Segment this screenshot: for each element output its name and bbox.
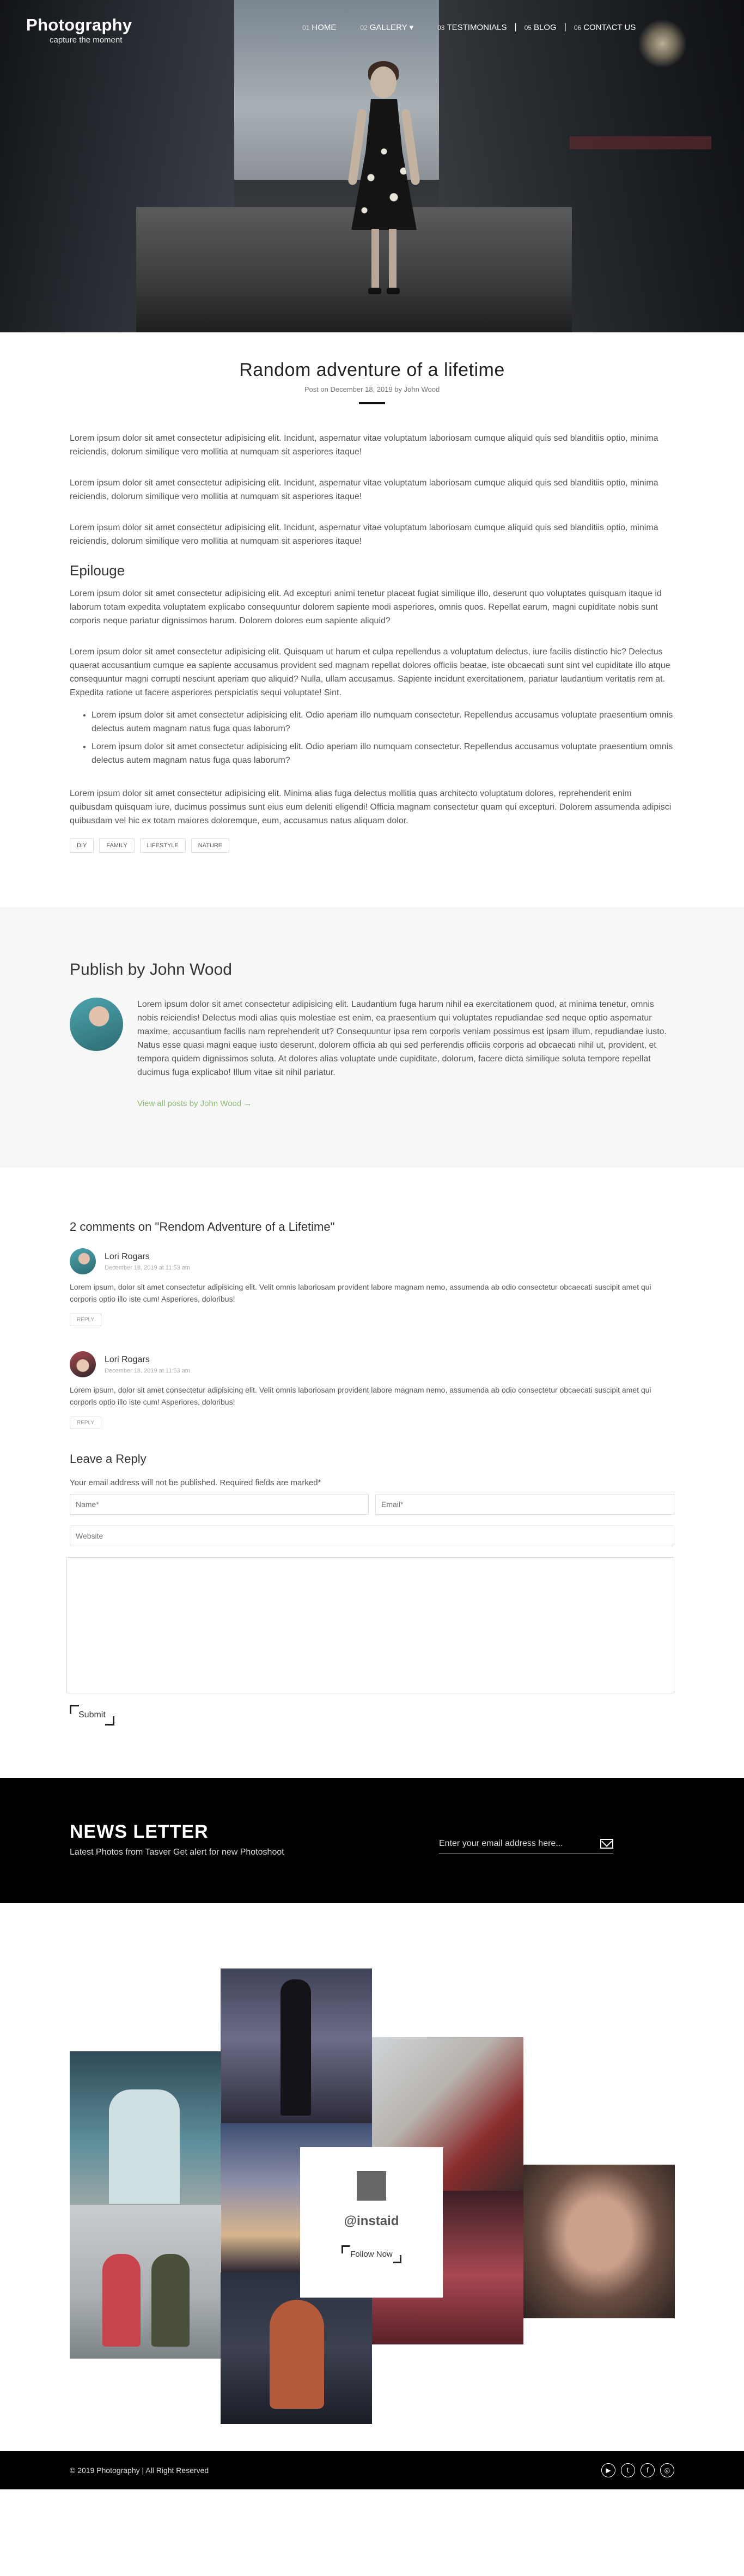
nav-gallery-label: GALLERY [369,23,407,32]
reply-form-heading: Leave a Reply [70,1452,147,1466]
article-title: Random adventure of a lifetime [239,360,505,380]
newsletter-heading: NEWS LETTER [70,1821,209,1842]
hero-train-stripe [570,136,711,149]
comments-heading: 2 comments on "Rendom Adventure of a Lif… [70,1220,335,1234]
youtube-icon[interactable]: ▶ [601,2463,615,2477]
newsletter-section: NEWS LETTER Latest Photos from Tasver Ge… [0,1778,744,1903]
nav-testimonials-label: TESTIMONIALS [447,22,507,32]
article-paragraph: Lorem ipsum dolor sit amet consectetur a… [70,647,670,697]
reply-form-note: Your email address will not be published… [70,1478,321,1487]
article-bullet-list: Lorem ipsum dolor sit amet consectetur a… [70,708,674,767]
nav-blog[interactable]: 05 BLOG [525,23,557,32]
epilogue-heading: Epilouge [70,562,125,579]
facebook-icon[interactable]: f [641,2463,655,2477]
instagram-card: @instaid Follow Now [300,2147,443,2298]
brand-name: Photography [26,15,132,34]
gallery-photo[interactable] [523,2165,675,2318]
list-item: Lorem ipsum dolor sit amet consectetur a… [92,740,674,767]
article-paragraph: Lorem ipsum dolor sit amet consectetur a… [70,589,662,625]
newsletter-subtitle: Latest Photos from Tasver Get alert for … [70,1848,284,1857]
nav-contact[interactable]: 06 CONTACT US [574,23,636,32]
instagram-icon [357,2171,386,2201]
site-footer: © 2019 Photography | All Right Reserved … [0,2451,744,2489]
hero-model [332,60,436,300]
nav-home[interactable]: 01 HOME [302,23,336,32]
comment-text: Lorem ipsum, dolor sit amet consectetur … [70,1283,651,1303]
comment-item: Lori Rogars December 18, 2019 at 11:53 a… [70,1248,674,1351]
nav-gallery-num: 02 [360,24,368,32]
name-field[interactable] [70,1494,369,1515]
gallery-photo[interactable] [221,1969,372,2123]
newsletter-email-placeholder: Enter your email address here... [439,1839,563,1848]
tag-list: DIY FAMILY LIFESTYLE NATURE [70,839,674,907]
commenter-name: Lori Rogars [105,1251,150,1261]
comments-section: 2 comments on "Rendom Adventure of a Lif… [66,1168,674,1726]
commenter-avatar [70,1248,96,1274]
comment-textarea[interactable] [66,1557,674,1693]
reply-form: Leave a Reply Your email address will no… [66,1452,674,1726]
nav-divider: | [514,22,517,32]
article-paragraph: Lorem ipsum dolor sit amet consectetur a… [70,478,658,501]
view-all-posts-link[interactable]: View all posts by John Wood → [137,1099,252,1108]
newsletter-email-input[interactable]: Enter your email address here... [439,1839,613,1854]
nav-testimonials[interactable]: 03 TESTIMONIALS [437,23,507,32]
author-box: Publish by John Wood Lorem ipsum dolor s… [0,907,744,1168]
reply-button[interactable]: REPLY [70,1314,102,1326]
email-field[interactable] [375,1494,674,1515]
brand-logo[interactable]: Photography capture the moment [26,15,132,45]
author-bio: Lorem ipsum dolor sit amet consectetur a… [137,1000,667,1077]
instagram-handle: @instaid [344,2214,399,2228]
title-divider [359,402,385,404]
article-paragraph: Lorem ipsum dolor sit amet consectetur a… [70,434,658,457]
site-header: Photography capture the moment 01 HOME 02… [0,0,744,54]
tag-diy[interactable]: DIY [70,839,94,853]
list-item: Lorem ipsum dolor sit amet consectetur a… [92,708,674,736]
copyright-text: © 2019 Photography | All Right Reserved [70,2466,209,2475]
instagram-icon[interactable]: ◎ [660,2463,674,2477]
comment-date: December 18, 2019 at 11:53 am [105,1367,190,1374]
gallery-photo[interactable] [70,2051,221,2205]
reply-button[interactable]: REPLY [70,1417,102,1429]
nav-home-num: 01 [302,23,310,32]
tag-lifestyle[interactable]: LIFESTYLE [139,839,186,853]
author-heading: Publish by John Wood [70,961,232,979]
gallery-photo[interactable] [70,2205,221,2359]
chevron-down-icon: ▾ [409,23,414,32]
nav-blog-num: 05 [524,23,532,32]
article-meta: Post on December 18, 2019 by John Wood [304,385,440,393]
nav-contact-num: 06 [574,23,582,32]
mail-icon[interactable] [600,1839,613,1849]
twitter-icon[interactable]: t [621,2463,635,2477]
nav-testimonials-num: 03 [437,23,445,32]
blog-article: Random adventure of a lifetime Post on D… [70,332,674,907]
comment-date: December 18, 2019 at 11:53 am [105,1264,190,1271]
commenter-name: Lori Rogars [105,1354,150,1364]
nav-divider: | [564,22,566,32]
follow-now-button[interactable]: Follow Now [341,2245,401,2263]
brand-tagline: capture the moment [50,35,123,45]
tag-family[interactable]: FAMILY [99,839,135,853]
nav-home-label: HOME [312,22,337,32]
commenter-avatar [70,1351,96,1377]
website-field[interactable] [70,1526,674,1546]
main-nav: 01 HOME 02 GALLERY ▾ 03 TESTIMONIALS | 05 BL… [302,22,660,32]
comment-item: Lori Rogars December 18, 2019 at 11:53 a… [70,1351,674,1454]
tag-nature[interactable]: NATURE [191,839,230,853]
hero-banner: Photography capture the moment 01 HOME 02… [0,0,744,332]
author-avatar [70,998,123,1051]
article-paragraph: Lorem ipsum dolor sit amet consectetur a… [70,523,658,546]
comment-text: Lorem ipsum, dolor sit amet consectetur … [70,1386,651,1406]
nav-contact-label: CONTACT US [583,22,636,32]
social-links: ▶ t f ◎ [601,2463,674,2477]
article-paragraph: Lorem ipsum dolor sit amet consectetur a… [70,789,672,825]
nav-blog-label: BLOG [534,22,557,32]
instagram-gallery: @instaid Follow Now [0,1903,744,2451]
submit-button[interactable]: Submit [70,1705,114,1726]
nav-gallery[interactable]: 02 GALLERY ▾ [360,22,413,32]
